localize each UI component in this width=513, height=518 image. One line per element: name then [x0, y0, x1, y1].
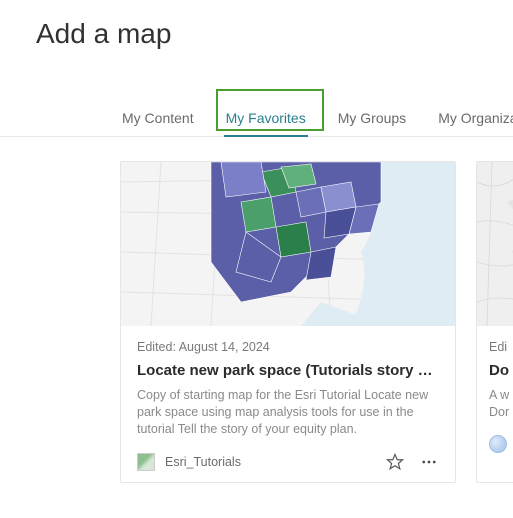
- card-edited-date: Edited: August 14, 2024: [137, 340, 439, 354]
- more-options-icon[interactable]: [419, 452, 439, 472]
- card-title: Do: [489, 362, 513, 379]
- tab-my-content[interactable]: My Content: [120, 102, 196, 136]
- page-title: Add a map: [0, 0, 513, 50]
- tab-bar: My Content My Favorites My Groups My Org…: [0, 50, 513, 137]
- tab-my-favorites[interactable]: My Favorites: [224, 102, 308, 136]
- card-edited-date: Edi: [489, 340, 513, 354]
- card-title: Locate new park space (Tutorials story …: [137, 362, 439, 379]
- card-body: Edited: August 14, 2024 Locate new park …: [121, 326, 455, 482]
- card-owner: Esri_Tutorials: [165, 455, 375, 469]
- card-footer: Esri_Tutorials: [137, 452, 439, 472]
- tab-my-organization[interactable]: My Organization: [436, 102, 513, 136]
- card-footer: [489, 435, 513, 453]
- tab-my-groups[interactable]: My Groups: [336, 102, 408, 136]
- favorite-star-icon[interactable]: [385, 452, 405, 472]
- owner-avatar-icon: [137, 453, 155, 471]
- map-card[interactable]: Edited: August 14, 2024 Locate new park …: [120, 161, 456, 483]
- card-description: A w Dor: [489, 387, 513, 421]
- map-thumbnail: [121, 162, 455, 326]
- map-card-partial[interactable]: Edi Do A w Dor: [476, 161, 513, 483]
- cards-row: Edited: August 14, 2024 Locate new park …: [0, 137, 513, 483]
- card-description: Copy of starting map for the Esri Tutori…: [137, 387, 439, 438]
- card-body: Edi Do A w Dor: [477, 326, 513, 463]
- map-thumbnail: [477, 162, 513, 326]
- globe-icon: [489, 435, 507, 453]
